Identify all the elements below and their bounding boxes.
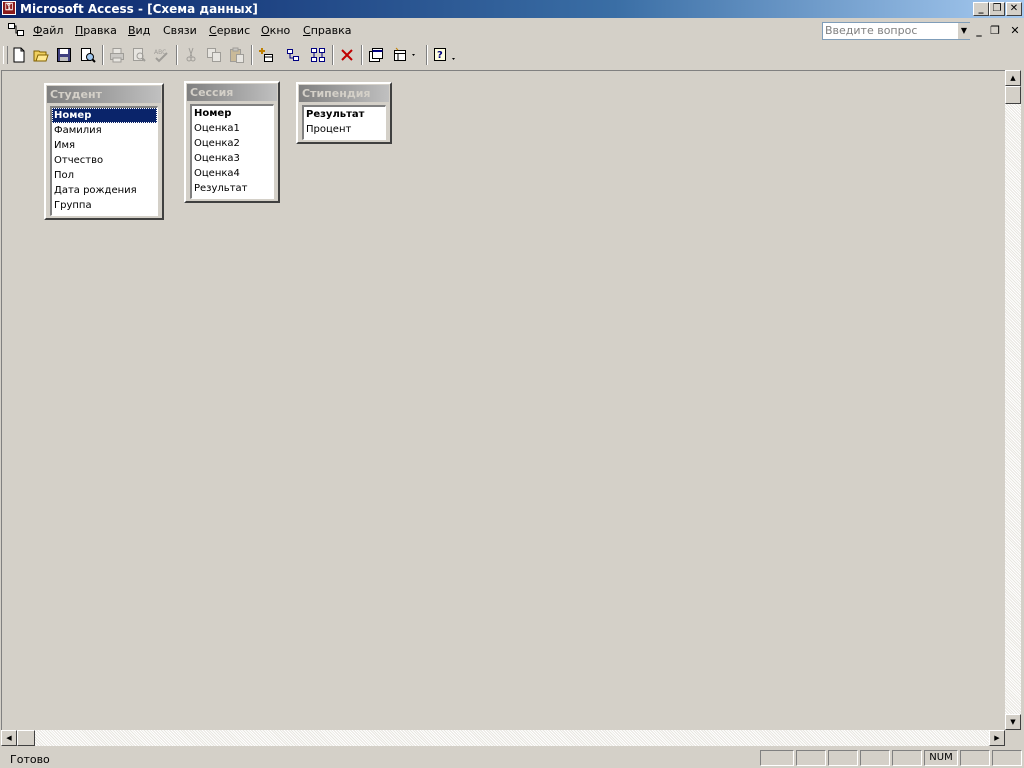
toolbar-separator bbox=[332, 45, 334, 65]
menu-view[interactable]: Вид bbox=[128, 24, 150, 37]
menu-edit[interactable]: Правка bbox=[75, 24, 117, 37]
field-item[interactable]: Процент bbox=[304, 122, 385, 137]
field-item[interactable]: Имя bbox=[52, 138, 157, 153]
table-scholarship[interactable]: Стипендия Результат Процент bbox=[296, 82, 392, 144]
field-item[interactable]: Оценка3 bbox=[192, 151, 273, 166]
toolbar-separator bbox=[102, 45, 104, 65]
horizontal-scroll-thumb[interactable] bbox=[17, 730, 35, 746]
table-scholarship-title[interactable]: Стипендия bbox=[299, 85, 389, 102]
copy-icon[interactable] bbox=[203, 45, 225, 65]
doc-minimize-button[interactable]: _ bbox=[972, 24, 986, 37]
status-panel bbox=[960, 750, 990, 766]
toolbar-separator bbox=[426, 45, 428, 65]
properties-icon[interactable] bbox=[365, 45, 387, 65]
access-app-icon[interactable]: ⚿ bbox=[2, 1, 16, 15]
field-item[interactable]: Отчество bbox=[52, 153, 157, 168]
field-item[interactable]: Группа bbox=[52, 198, 157, 213]
field-item[interactable]: Результат bbox=[304, 107, 385, 122]
print-preview-icon[interactable] bbox=[128, 45, 150, 65]
field-item[interactable]: Номер bbox=[192, 106, 273, 121]
doc-close-button[interactable]: ✕ bbox=[1008, 24, 1022, 37]
status-panel bbox=[760, 750, 794, 766]
title-bar: ⚿ Microsoft Access - [Схема данных] _ ❐ … bbox=[0, 0, 1024, 18]
open-icon[interactable] bbox=[30, 45, 52, 65]
vertical-scrollbar[interactable] bbox=[1005, 70, 1021, 731]
table-scholarship-fields[interactable]: Результат Процент bbox=[302, 105, 386, 140]
save-icon[interactable] bbox=[53, 45, 75, 65]
menu-tools[interactable]: Сервис bbox=[209, 24, 250, 37]
field-item[interactable]: Пол bbox=[52, 168, 157, 183]
close-button[interactable]: ✕ bbox=[1006, 2, 1022, 16]
horizontal-scrollbar[interactable] bbox=[1, 730, 1005, 746]
field-item[interactable]: Оценка1 bbox=[192, 121, 273, 136]
field-item[interactable]: Результат bbox=[192, 181, 273, 196]
table-student-fields[interactable]: Номер Фамилия Имя Отчество Пол Дата рожд… bbox=[50, 106, 158, 216]
menu-window[interactable]: Окно bbox=[261, 24, 290, 37]
window-title: Microsoft Access - [Схема данных] bbox=[20, 2, 258, 16]
ask-question-dropdown-icon[interactable]: ▼ bbox=[958, 23, 970, 39]
spelling-icon[interactable]: ABC bbox=[150, 45, 172, 65]
show-table-icon[interactable] bbox=[255, 45, 277, 65]
table-session[interactable]: Сессия Номер Оценка1 Оценка2 Оценка3 Оце… bbox=[184, 81, 280, 203]
minimize-button[interactable]: _ bbox=[973, 2, 989, 16]
field-item[interactable]: Номер bbox=[52, 108, 157, 123]
scroll-down-icon[interactable]: ▼ bbox=[1005, 714, 1021, 730]
search-icon[interactable] bbox=[77, 45, 99, 65]
scroll-corner bbox=[1005, 730, 1021, 746]
delete-icon[interactable] bbox=[336, 45, 358, 65]
field-item[interactable]: Оценка2 bbox=[192, 136, 273, 151]
show-direct-icon[interactable] bbox=[282, 45, 304, 65]
doc-restore-button[interactable]: ❐ bbox=[988, 24, 1002, 37]
paste-icon[interactable] bbox=[226, 45, 248, 65]
table-session-title[interactable]: Сессия bbox=[187, 84, 277, 101]
field-item[interactable]: Дата рождения bbox=[52, 183, 157, 198]
menu-file[interactable]: Файл bbox=[33, 24, 63, 37]
ask-question-input[interactable]: Введите вопрос bbox=[822, 22, 970, 40]
help-icon[interactable]: ? bbox=[430, 45, 462, 65]
restore-button[interactable]: ❐ bbox=[989, 2, 1005, 16]
table-student-title[interactable]: Студент bbox=[47, 86, 161, 103]
toolbar-separator bbox=[251, 45, 253, 65]
toolbar-separator bbox=[176, 45, 178, 65]
status-text: Готово bbox=[10, 753, 50, 766]
relationships-doc-icon[interactable] bbox=[8, 23, 24, 37]
scroll-right-icon[interactable]: ▶ bbox=[989, 730, 1005, 746]
menu-help[interactable]: Справка bbox=[303, 24, 351, 37]
status-panel bbox=[860, 750, 890, 766]
status-panel bbox=[892, 750, 922, 766]
show-all-icon[interactable] bbox=[307, 45, 329, 65]
menu-relationships[interactable]: Связи bbox=[163, 24, 197, 37]
new-icon[interactable] bbox=[8, 45, 30, 65]
status-num-indicator: NUM bbox=[924, 750, 958, 766]
svg-text:?: ? bbox=[437, 50, 443, 61]
table-session-fields[interactable]: Номер Оценка1 Оценка2 Оценка3 Оценка4 Ре… bbox=[190, 104, 274, 199]
vertical-scroll-thumb[interactable] bbox=[1005, 86, 1021, 104]
scroll-left-icon[interactable]: ◀ bbox=[1, 730, 17, 746]
cut-icon[interactable] bbox=[180, 45, 202, 65]
new-object-icon[interactable] bbox=[390, 45, 422, 65]
status-panel bbox=[796, 750, 826, 766]
table-student[interactable]: Студент Номер Фамилия Имя Отчество Пол Д… bbox=[44, 83, 164, 220]
field-item[interactable]: Оценка4 bbox=[192, 166, 273, 181]
scroll-up-icon[interactable]: ▲ bbox=[1005, 70, 1021, 86]
toolbar-separator bbox=[361, 45, 363, 65]
field-item[interactable]: Фамилия bbox=[52, 123, 157, 138]
status-panel bbox=[992, 750, 1022, 766]
print-icon[interactable] bbox=[106, 45, 128, 65]
status-panel bbox=[828, 750, 858, 766]
